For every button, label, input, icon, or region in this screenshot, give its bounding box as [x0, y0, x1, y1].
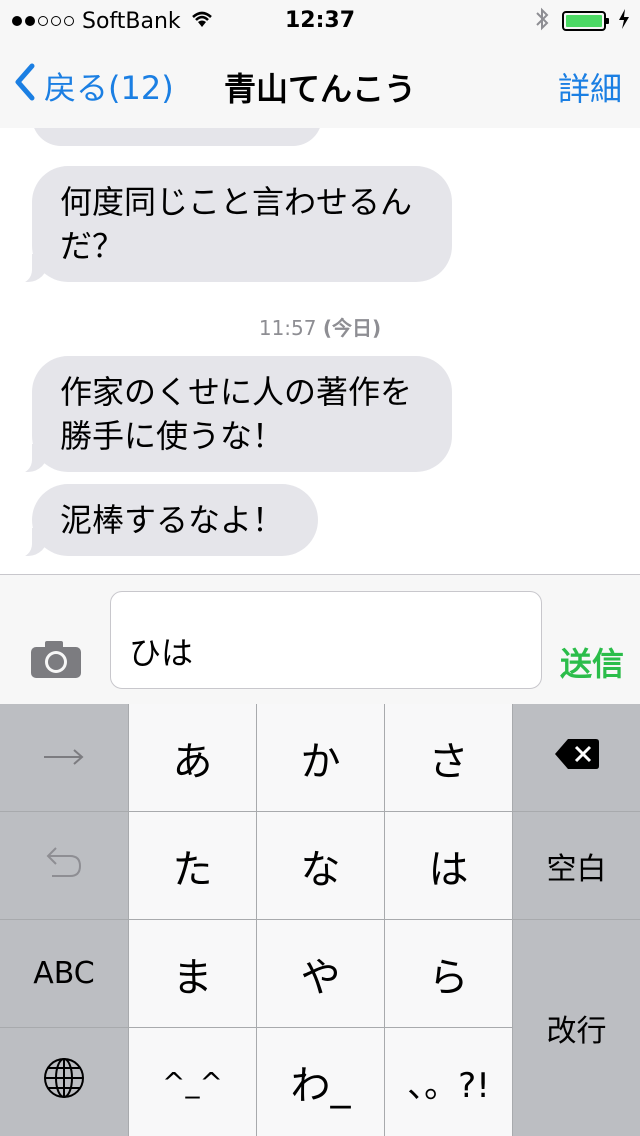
key-ya[interactable]: や: [257, 920, 384, 1027]
key-ra[interactable]: ら: [385, 920, 512, 1027]
next-candidate-key[interactable]: [0, 704, 128, 811]
key-ka[interactable]: か: [257, 704, 384, 811]
delete-key[interactable]: [513, 704, 640, 811]
compose-bar: ひは 送信: [0, 574, 640, 704]
key-sa[interactable]: さ: [385, 704, 512, 811]
key-a[interactable]: あ: [129, 704, 256, 811]
battery-icon: [562, 11, 609, 31]
message-text-line: 作家のくせに人の著作を: [60, 373, 413, 411]
undo-key[interactable]: [0, 812, 128, 919]
key-ma[interactable]: ま: [129, 920, 256, 1027]
key-punctuation[interactable]: 、。?!: [385, 1028, 512, 1136]
key-na[interactable]: な: [257, 812, 384, 919]
key-punctuation-label: 、。?!: [407, 1065, 490, 1106]
globe-icon: [43, 1057, 85, 1107]
delete-icon: [554, 738, 600, 778]
message-input-value: ひは: [129, 634, 194, 672]
arrow-right-icon: [42, 740, 86, 775]
message-text-line: だ？: [60, 227, 125, 265]
message-list[interactable]: 何度同じこと言わせるん だ？ 11:57 (今日) 作家のくせに人の著作を 勝手…: [0, 128, 640, 574]
globe-key[interactable]: [0, 1028, 128, 1136]
send-button[interactable]: 送信: [560, 639, 624, 685]
message-text-line: 勝手に使うな！: [60, 417, 285, 455]
message-text-line: 泥棒するなよ！: [60, 501, 285, 539]
return-key[interactable]: 改行: [513, 920, 640, 1136]
timestamp-day: (今日): [322, 316, 382, 340]
key-wa[interactable]: わ_: [257, 1028, 384, 1136]
camera-icon: [30, 641, 82, 683]
message-bubble: 何度同じこと言わせるん だ？: [12, 166, 452, 284]
space-key[interactable]: 空白: [513, 812, 640, 919]
details-button[interactable]: 詳細: [558, 64, 622, 110]
abc-key[interactable]: ABC: [0, 920, 128, 1027]
message-text-line: 何度同じこと言わせるん: [60, 183, 413, 221]
conversation-title: 青山てんこう: [223, 70, 416, 108]
camera-button[interactable]: [30, 639, 82, 683]
message-timestamp: 11:57 (今日): [0, 312, 640, 341]
key-ta[interactable]: た: [129, 812, 256, 919]
keyboard: あ か さ た な は 空白 ABC ま や ら 改行 ^_^ わ_ 、。?!: [0, 704, 640, 1136]
bluetooth-icon: [534, 6, 550, 36]
status-bar: SoftBank 12:37: [0, 0, 640, 40]
timestamp-time: 11:57: [258, 316, 317, 340]
key-kaomoji[interactable]: ^_^: [129, 1028, 256, 1136]
message-bubble: 作家のくせに人の著作を 勝手に使うな！: [12, 356, 452, 474]
message-input[interactable]: ひは: [110, 591, 542, 689]
message-bubble: 泥棒するなよ！: [12, 484, 318, 558]
charging-icon: [618, 9, 630, 33]
message-bubble-partial: [32, 128, 322, 146]
key-ha[interactable]: は: [385, 812, 512, 919]
navigation-bar: 戻る(12) 青山てんこう 詳細: [0, 40, 640, 129]
status-right: [534, 6, 630, 36]
undo-icon: [44, 842, 84, 890]
key-kaomoji-label: ^_^: [162, 1065, 223, 1099]
